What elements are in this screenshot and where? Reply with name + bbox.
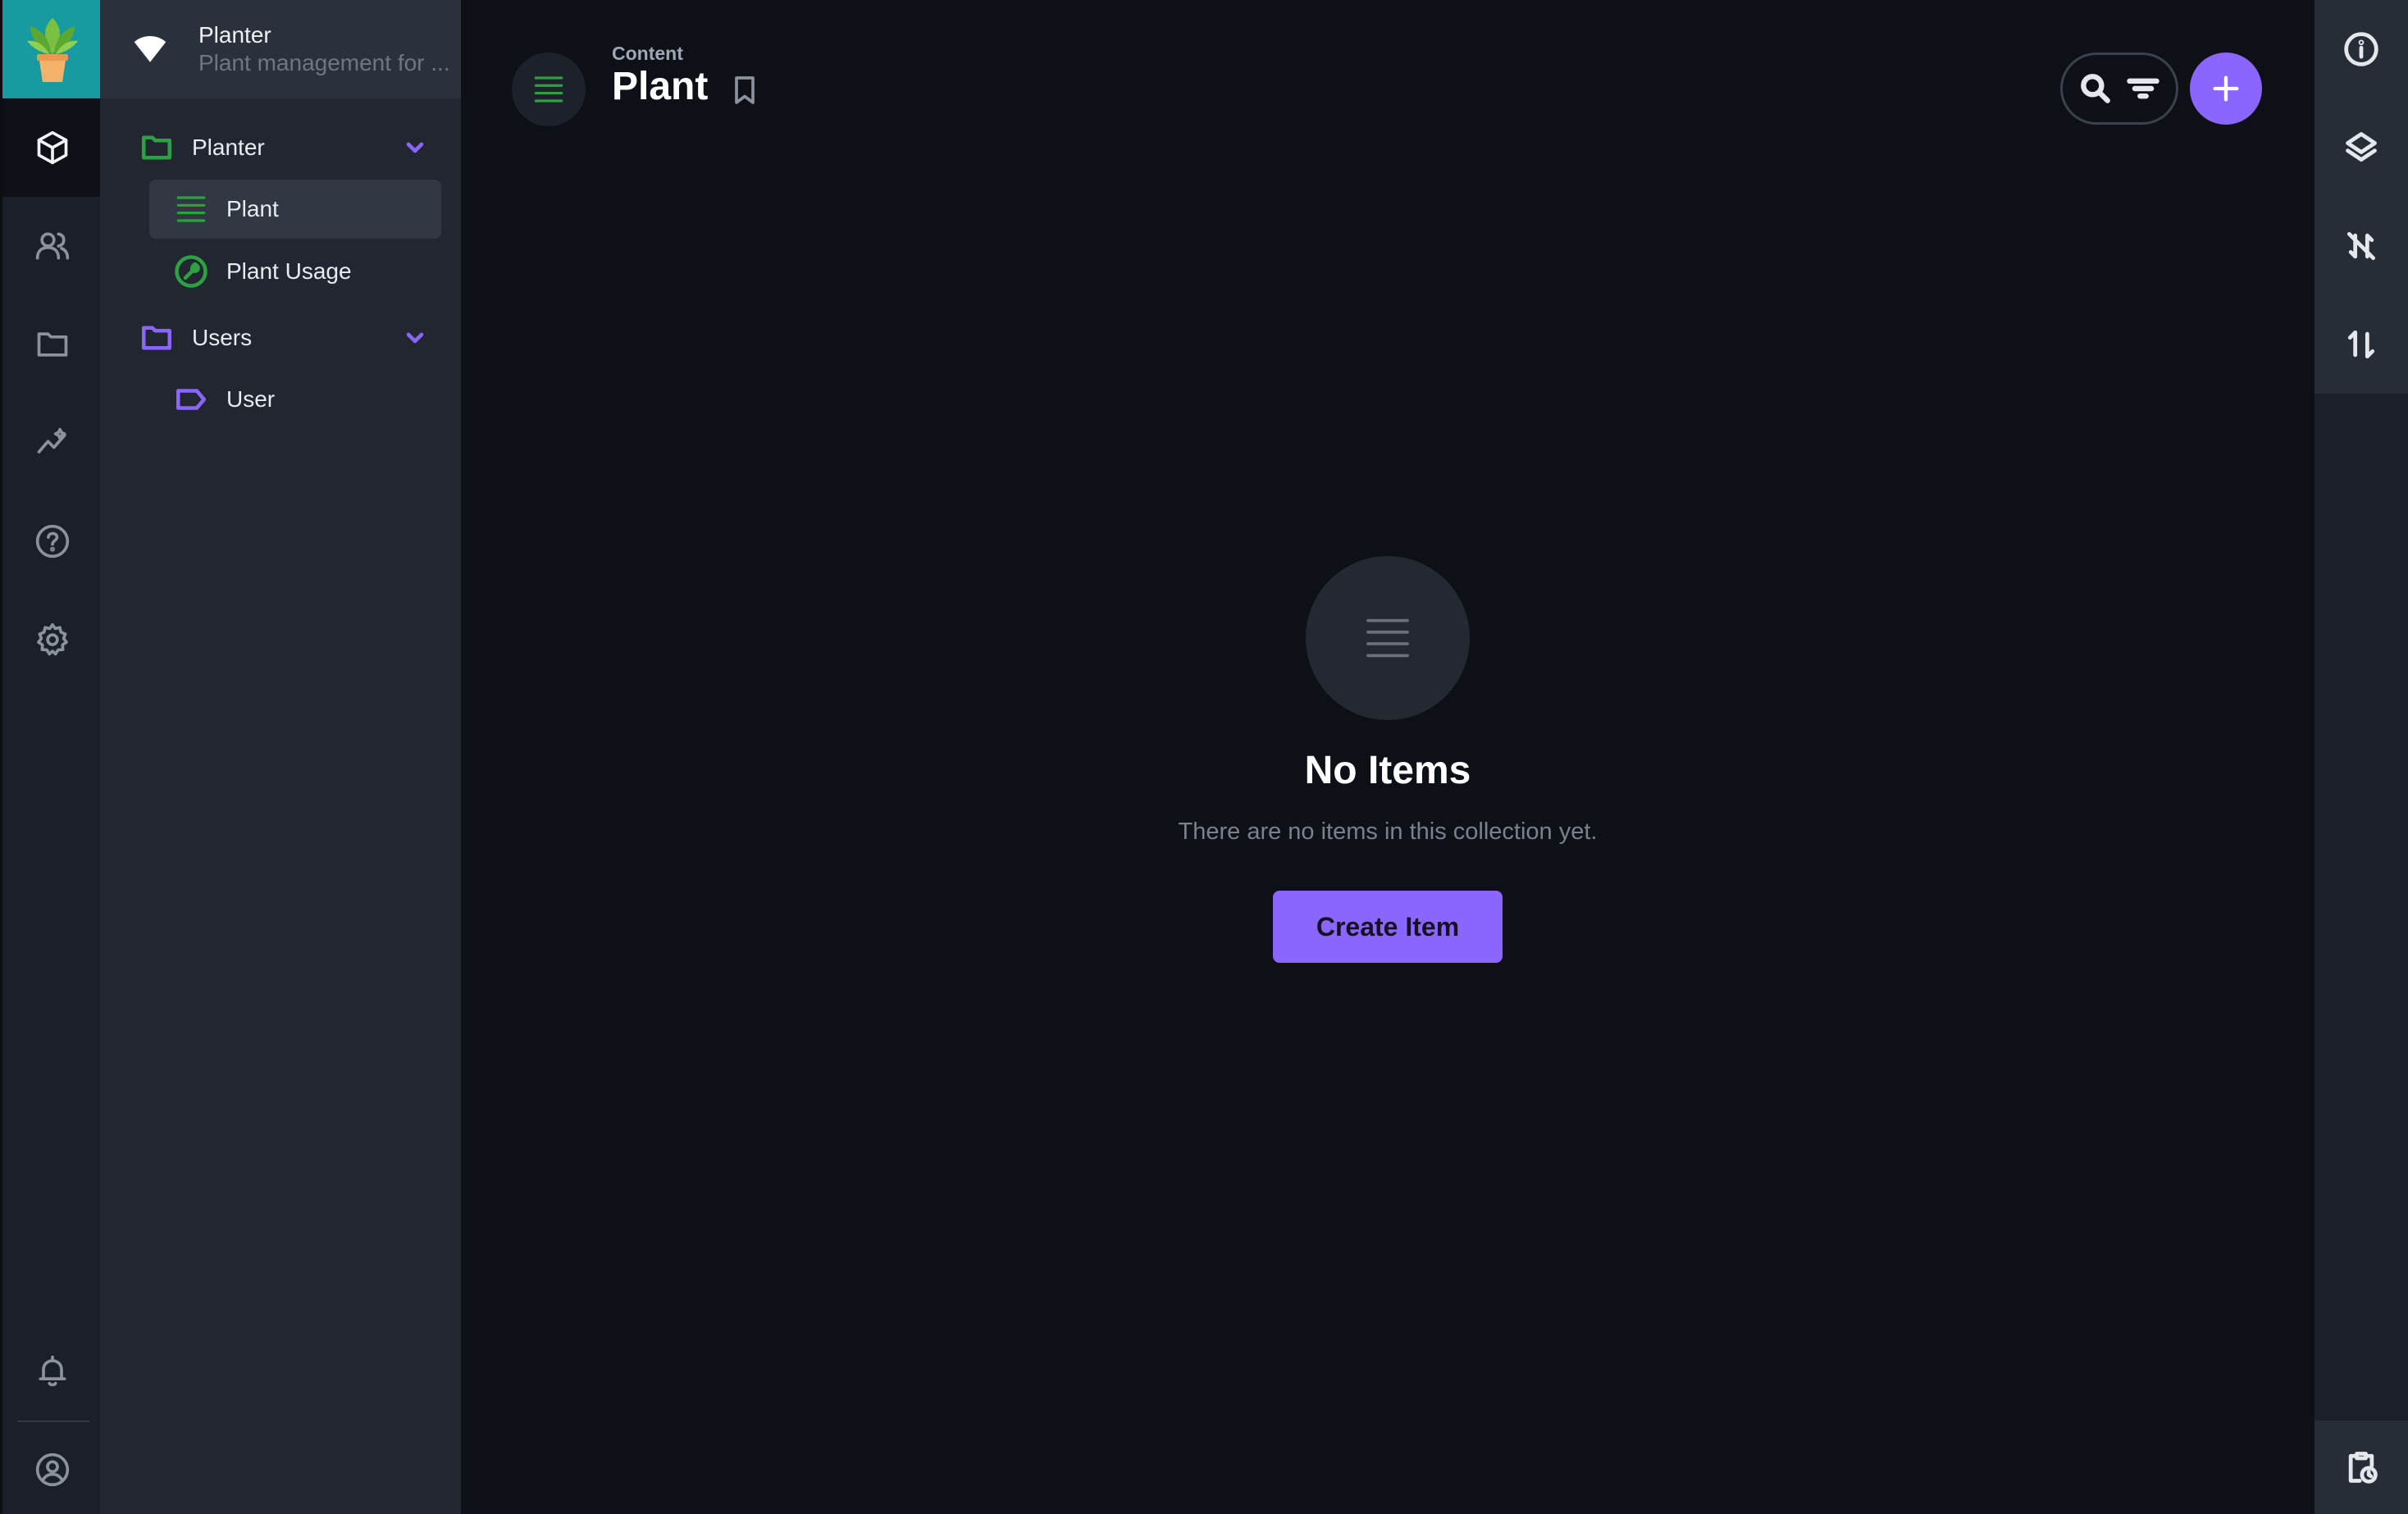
wifi-icon xyxy=(134,36,166,62)
project-info: Planter Plant management for ... xyxy=(198,21,461,77)
plus-icon xyxy=(2213,75,2239,102)
nav-item-plant[interactable]: Plant xyxy=(149,180,441,239)
nav-item-plant-usage[interactable]: Plant Usage xyxy=(149,242,441,301)
search-filter-button[interactable] xyxy=(2060,52,2178,125)
chevron-down-icon xyxy=(406,142,424,153)
create-item-button[interactable]: Create Item xyxy=(1273,891,1503,963)
list-icon xyxy=(176,196,206,222)
project-description: Plant management for ... xyxy=(198,50,450,75)
nav-item-user[interactable]: User xyxy=(149,370,441,429)
revisions-button[interactable] xyxy=(2315,1421,2408,1514)
info-button[interactable] xyxy=(2315,0,2408,98)
empty-state-title: No Items xyxy=(1304,749,1471,792)
users-icon xyxy=(35,232,70,260)
main-content: Content Plant No Items There are no item… xyxy=(461,0,2315,1514)
collection-icon-button[interactable] xyxy=(512,52,586,126)
chevron-down-icon xyxy=(406,332,424,344)
insights-icon xyxy=(37,427,66,454)
import-export-button[interactable] xyxy=(2315,295,2408,394)
project-header[interactable]: Planter Plant management for ... xyxy=(100,0,461,98)
settings-module-button[interactable] xyxy=(2,591,103,689)
empty-state-icon xyxy=(1306,556,1470,720)
wrench-circle-icon xyxy=(175,255,208,288)
bell-icon xyxy=(39,1355,66,1387)
insights-module-button[interactable] xyxy=(2,394,103,492)
module-bar xyxy=(0,0,103,1514)
import-export-icon xyxy=(2347,330,2375,359)
filter-icon xyxy=(2127,78,2159,99)
help-icon xyxy=(35,524,70,559)
info-icon xyxy=(2344,32,2378,66)
folder-icon xyxy=(141,135,172,160)
layers-icon xyxy=(2346,132,2377,162)
list-icon xyxy=(1366,618,1409,658)
help-module-button[interactable] xyxy=(2,492,103,591)
sync-toggle-button[interactable] xyxy=(2315,197,2408,295)
breadcrumb[interactable]: Content xyxy=(612,43,683,65)
nav-item-label: User xyxy=(226,386,276,412)
account-circle-icon xyxy=(35,1452,70,1487)
user-profile-button[interactable] xyxy=(2,1421,103,1514)
cube-icon xyxy=(37,130,68,165)
layout-options-button[interactable] xyxy=(2315,98,2408,197)
gear-icon xyxy=(37,622,68,656)
nav-group-label: Planter xyxy=(192,135,265,160)
notifications-button[interactable] xyxy=(2,1322,103,1421)
search-icon xyxy=(2081,74,2110,103)
empty-state-subtitle: There are no items in this collection ye… xyxy=(1178,819,1598,845)
nav-group-planter[interactable]: Planter xyxy=(139,125,451,171)
nav-item-label: Plant xyxy=(226,196,279,221)
content-module-button[interactable] xyxy=(2,98,103,197)
clipboard-clock-icon xyxy=(2348,1452,2378,1484)
folder-icon xyxy=(37,332,68,357)
page-title: Plant xyxy=(612,65,709,108)
label-icon xyxy=(176,389,207,410)
right-sidebar xyxy=(2315,0,2408,1514)
plant-logo-icon xyxy=(27,18,78,82)
app-logo[interactable] xyxy=(2,0,103,98)
nav-group-users[interactable]: Users xyxy=(139,315,451,361)
project-name: Planter xyxy=(198,22,271,48)
folder-icon xyxy=(141,326,172,350)
sync-off-icon xyxy=(2346,231,2376,261)
users-module-button[interactable] xyxy=(2,197,103,295)
list-icon xyxy=(534,76,563,103)
navigation-panel: Planter Plant management for ... Planter… xyxy=(100,0,461,1514)
files-module-button[interactable] xyxy=(2,295,103,394)
nav-item-label: Plant Usage xyxy=(226,258,352,284)
add-item-button[interactable] xyxy=(2190,52,2262,125)
nav-group-label: Users xyxy=(192,325,253,350)
bookmark-icon[interactable] xyxy=(728,72,761,108)
